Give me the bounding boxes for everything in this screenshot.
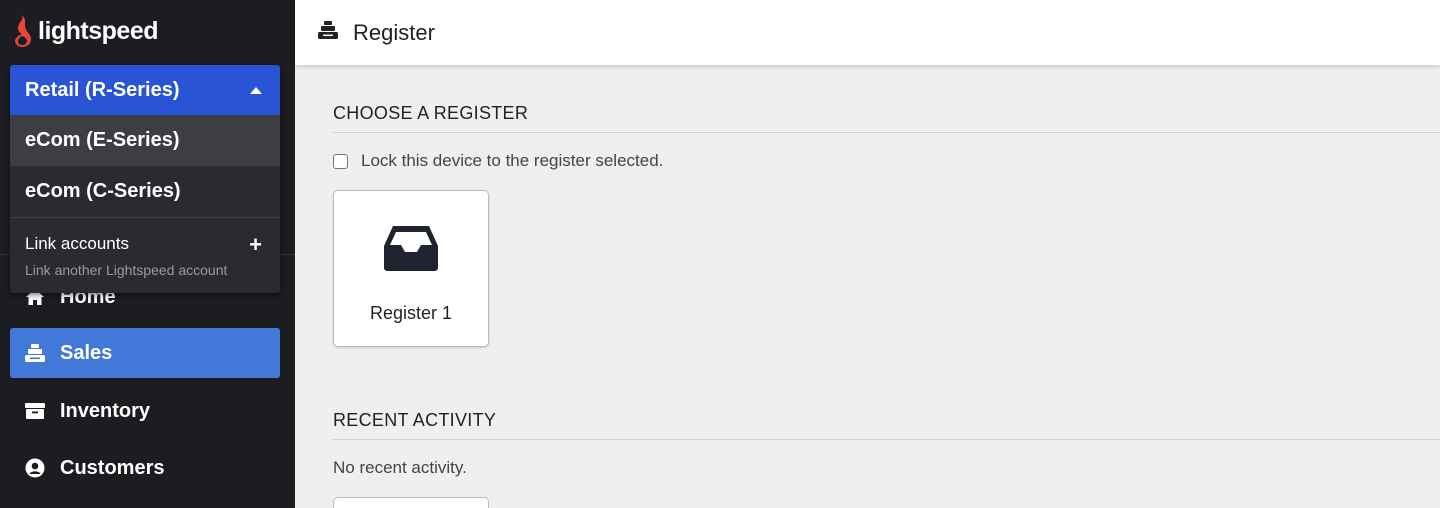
recent-activity-heading: RECENT ACTIVITY bbox=[333, 410, 497, 430]
link-accounts-title: Link accounts bbox=[25, 234, 129, 253]
plus-icon: + bbox=[249, 232, 262, 257]
register-name: Register 1 bbox=[369, 303, 453, 323]
cash-register-icon bbox=[317, 20, 339, 45]
page-title: Register bbox=[353, 19, 435, 45]
activity-card[interactable] bbox=[333, 497, 489, 508]
archive-box-icon bbox=[24, 400, 46, 422]
account-option-ecom-c-series[interactable]: eCom (C-Series) bbox=[10, 166, 280, 217]
sidebar-item-sales[interactable]: Sales bbox=[10, 328, 280, 378]
page-header: Register bbox=[295, 0, 1440, 65]
section-divider bbox=[333, 132, 1440, 133]
sidebar-item-label: Inventory bbox=[60, 399, 151, 422]
lock-device-checkbox[interactable] bbox=[333, 153, 348, 169]
link-accounts-subtitle: Link another Lightspeed account bbox=[25, 262, 228, 278]
inbox-tray-icon bbox=[383, 224, 439, 277]
register-card[interactable]: Register 1 bbox=[333, 190, 489, 347]
cash-register-icon bbox=[24, 342, 46, 364]
sidebar-item-label: Customers bbox=[60, 456, 165, 479]
section-divider bbox=[333, 439, 1440, 440]
link-accounts-option[interactable]: Link accounts Link another Lightspeed ac… bbox=[10, 218, 280, 293]
sidebar-item-label: Sales bbox=[60, 341, 113, 364]
sidebar-item-inventory[interactable]: Inventory bbox=[10, 386, 280, 436]
selected-account-label: Retail (R-Series) bbox=[25, 78, 180, 101]
lightspeed-logo[interactable]: lightspeed bbox=[10, 14, 159, 48]
choose-register-heading: CHOOSE A REGISTER bbox=[333, 103, 529, 123]
user-circle-icon bbox=[24, 457, 46, 479]
account-option-ecom-e-series[interactable]: eCom (E-Series) bbox=[10, 115, 280, 166]
sidebar-item-customers[interactable]: Customers bbox=[10, 443, 280, 493]
lock-device-row: Lock this device to the register selecte… bbox=[333, 151, 663, 171]
account-switcher-dropdown: Retail (R-Series) eCom (E-Series) eCom (… bbox=[10, 65, 280, 293]
logo-wordmark: lightspeed bbox=[38, 16, 159, 45]
caret-up-icon bbox=[250, 86, 262, 94]
lock-device-label[interactable]: Lock this device to the register selecte… bbox=[361, 151, 663, 171]
no-recent-activity-text: No recent activity. bbox=[333, 458, 467, 477]
account-switcher-selected[interactable]: Retail (R-Series) bbox=[10, 65, 280, 115]
flame-icon bbox=[15, 15, 31, 47]
sidebar: lightspeed Home Sales Inventory Customer… bbox=[0, 0, 295, 508]
